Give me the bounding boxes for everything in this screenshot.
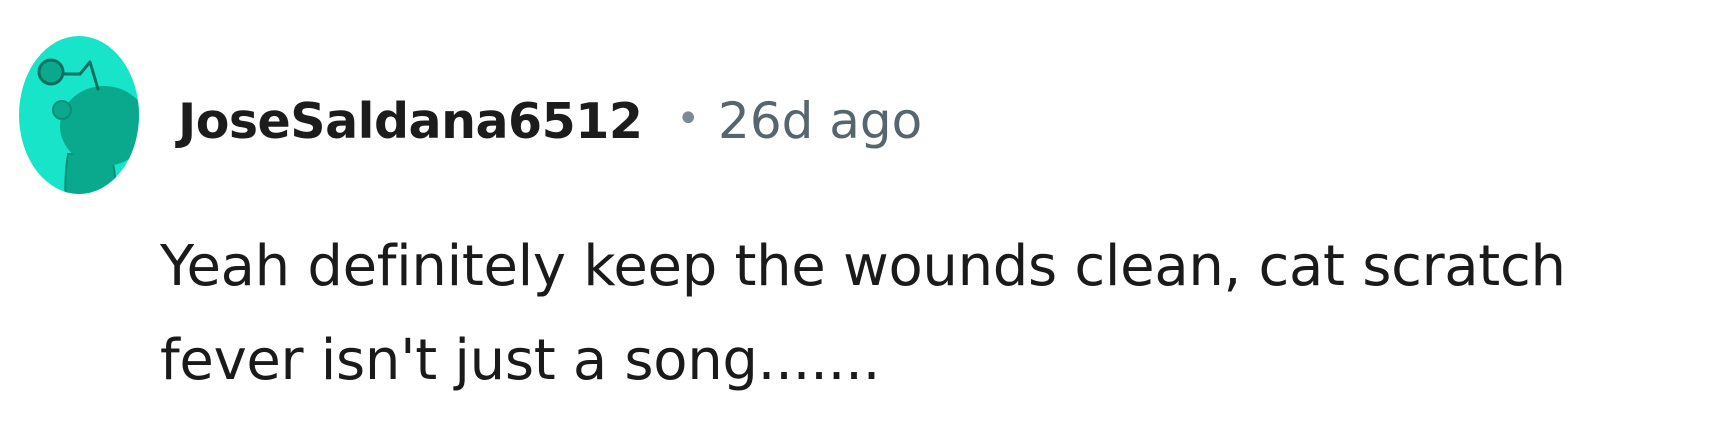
user-avatar[interactable] [18, 34, 140, 196]
comment: JoseSaldana6512 • 26d ago Yeah definitel… [0, 0, 1736, 437]
separator-dot: • [676, 96, 701, 142]
username-link[interactable]: JoseSaldana6512 [178, 93, 643, 150]
comment-body-line: Yeah definitely keep the wounds clean, c… [160, 234, 1566, 299]
comment-header: JoseSaldana6512 • 26d ago [178, 86, 922, 156]
comment-body: Yeah definitely keep the wounds clean, c… [160, 220, 1720, 408]
comment-timestamp[interactable]: 26d ago [718, 92, 922, 150]
reddit-snoo-avatar-icon [19, 36, 139, 194]
comment-body-line: fever isn't just a song....... [160, 328, 881, 393]
